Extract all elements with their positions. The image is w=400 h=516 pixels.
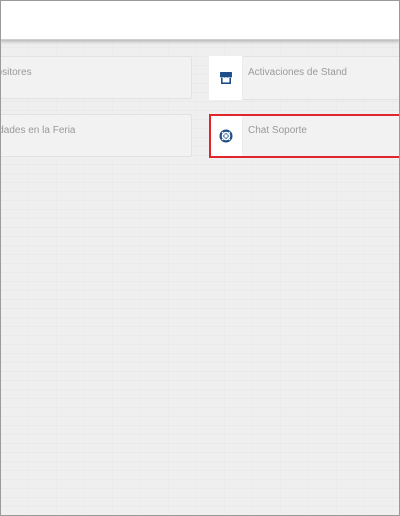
icon-box [209,114,243,158]
icon-box [209,56,243,100]
menu-card-body: Activaciones de Stand [243,56,400,100]
menu-card-body: Chat Soporte [243,114,400,158]
menu-card-label: Activaciones de Stand [248,67,347,78]
menu-card-label: Chat Soporte [248,125,307,136]
menu-card-expositores[interactable]: positores [0,56,192,99]
lifebuoy-icon [219,129,233,143]
stand-icon [220,72,232,84]
top-bar [0,0,400,40]
menu-card-label: positores [0,67,32,78]
menu-card-actividades-en-la-feria[interactable]: vidades en la Feria [0,114,192,157]
menu-card-chat-soporte[interactable]: Chat Soporte [209,114,400,158]
menu-card-activaciones-de-stand[interactable]: Activaciones de Stand [209,56,400,100]
menu-card-label: vidades en la Feria [0,125,76,136]
